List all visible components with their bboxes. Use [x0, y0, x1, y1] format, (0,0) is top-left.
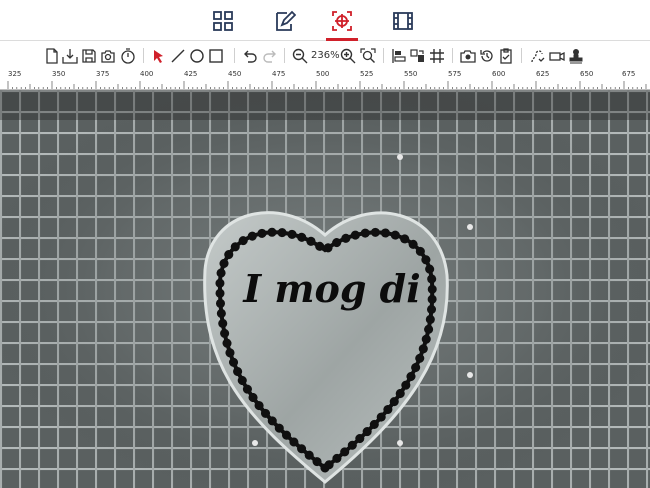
- ellipse-tool-button[interactable]: [188, 47, 205, 64]
- ruler-label: 625: [536, 70, 550, 78]
- checklist-button[interactable]: [497, 47, 514, 64]
- zoom-level: 236%: [311, 50, 340, 61]
- new-file-button[interactable]: [43, 47, 60, 64]
- trace-button[interactable]: [528, 47, 545, 64]
- arrange-icon: [409, 48, 424, 62]
- import-icon: [61, 48, 78, 64]
- undo-button[interactable]: [241, 47, 258, 64]
- camera-save-button[interactable]: [99, 47, 116, 64]
- ruler-label: 375: [96, 70, 110, 78]
- select-tool-button[interactable]: [150, 47, 167, 64]
- timer-icon: [120, 47, 135, 64]
- tab-film[interactable]: [383, 0, 423, 41]
- design-text[interactable]: I mog di: [242, 266, 420, 311]
- save-button[interactable]: [80, 47, 97, 64]
- toolbar-separator: [143, 48, 144, 63]
- zoom-fit-icon: [359, 47, 376, 63]
- new-file-icon: [45, 47, 58, 64]
- history-button[interactable]: [478, 47, 495, 64]
- stamp-icon: [569, 48, 582, 63]
- timer-button[interactable]: [119, 47, 136, 64]
- ruler-label: 600: [492, 70, 506, 78]
- horizontal-ruler: 325 350 375 400 425 450 475 500 525 550 …: [0, 69, 650, 90]
- ruler-label: 325: [8, 70, 22, 78]
- grid-icon: [213, 10, 233, 31]
- top-navigation: [0, 0, 650, 41]
- design-layer[interactable]: I mog di: [0, 90, 650, 488]
- ruler-label: 450: [228, 70, 242, 78]
- zoom-out-button[interactable]: [291, 47, 308, 64]
- camera-save-icon: [100, 49, 115, 63]
- toolbar: 236%: [0, 42, 650, 69]
- import-button[interactable]: [61, 47, 78, 64]
- ruler-label: 525: [360, 70, 374, 78]
- camera-button[interactable]: [459, 47, 476, 64]
- laser-icon: [548, 51, 565, 61]
- grid-button[interactable]: [428, 47, 445, 64]
- toolbar-separator: [452, 48, 453, 63]
- tab-target[interactable]: [322, 0, 362, 41]
- film-strip-icon: [393, 11, 413, 30]
- tab-edit[interactable]: [265, 0, 305, 41]
- stamp-button[interactable]: [567, 47, 584, 64]
- edit-document-icon: [276, 10, 296, 31]
- zoom-in-button[interactable]: [339, 47, 356, 64]
- camera-icon: [459, 49, 476, 63]
- undo-icon: [243, 50, 257, 63]
- ruler-label: 675: [622, 70, 636, 78]
- rectangle-tool-button[interactable]: [207, 47, 224, 64]
- zoom-out-icon: [292, 48, 307, 63]
- arrange-button[interactable]: [409, 47, 426, 64]
- ruler-label: 575: [448, 70, 462, 78]
- history-icon: [479, 49, 493, 62]
- ruler-label: 550: [404, 70, 418, 78]
- design-canvas[interactable]: I mog di: [0, 90, 650, 488]
- ellipse-icon: [189, 48, 204, 63]
- toolbar-separator: [234, 48, 235, 63]
- ruler-label: 350: [52, 70, 66, 78]
- select-arrow-icon: [153, 49, 163, 63]
- toolbar-separator: [521, 48, 522, 63]
- ruler-label: 400: [140, 70, 154, 78]
- rectangle-icon: [208, 48, 223, 63]
- save-icon: [81, 48, 96, 63]
- align-icon: [391, 48, 406, 63]
- zoom-fit-button[interactable]: [359, 47, 376, 64]
- ruler-label: 650: [580, 70, 594, 78]
- redo-button[interactable]: [261, 47, 278, 64]
- toolbar-separator: [284, 48, 285, 63]
- ruler-label: 475: [272, 70, 286, 78]
- checklist-icon: [499, 47, 512, 64]
- tab-grid-view[interactable]: [203, 0, 243, 41]
- laser-button[interactable]: [548, 47, 565, 64]
- grid-icon: [429, 48, 444, 63]
- redo-icon: [262, 50, 276, 63]
- crosshair-target-icon: [332, 10, 352, 31]
- zoom-in-icon: [340, 48, 355, 63]
- ruler-label: 425: [184, 70, 198, 78]
- trace-icon: [530, 49, 544, 62]
- ruler-label: 500: [316, 70, 330, 78]
- align-button[interactable]: [390, 47, 407, 64]
- toolbar-separator: [383, 48, 384, 63]
- line-tool-button[interactable]: [169, 47, 186, 64]
- line-icon: [171, 49, 184, 62]
